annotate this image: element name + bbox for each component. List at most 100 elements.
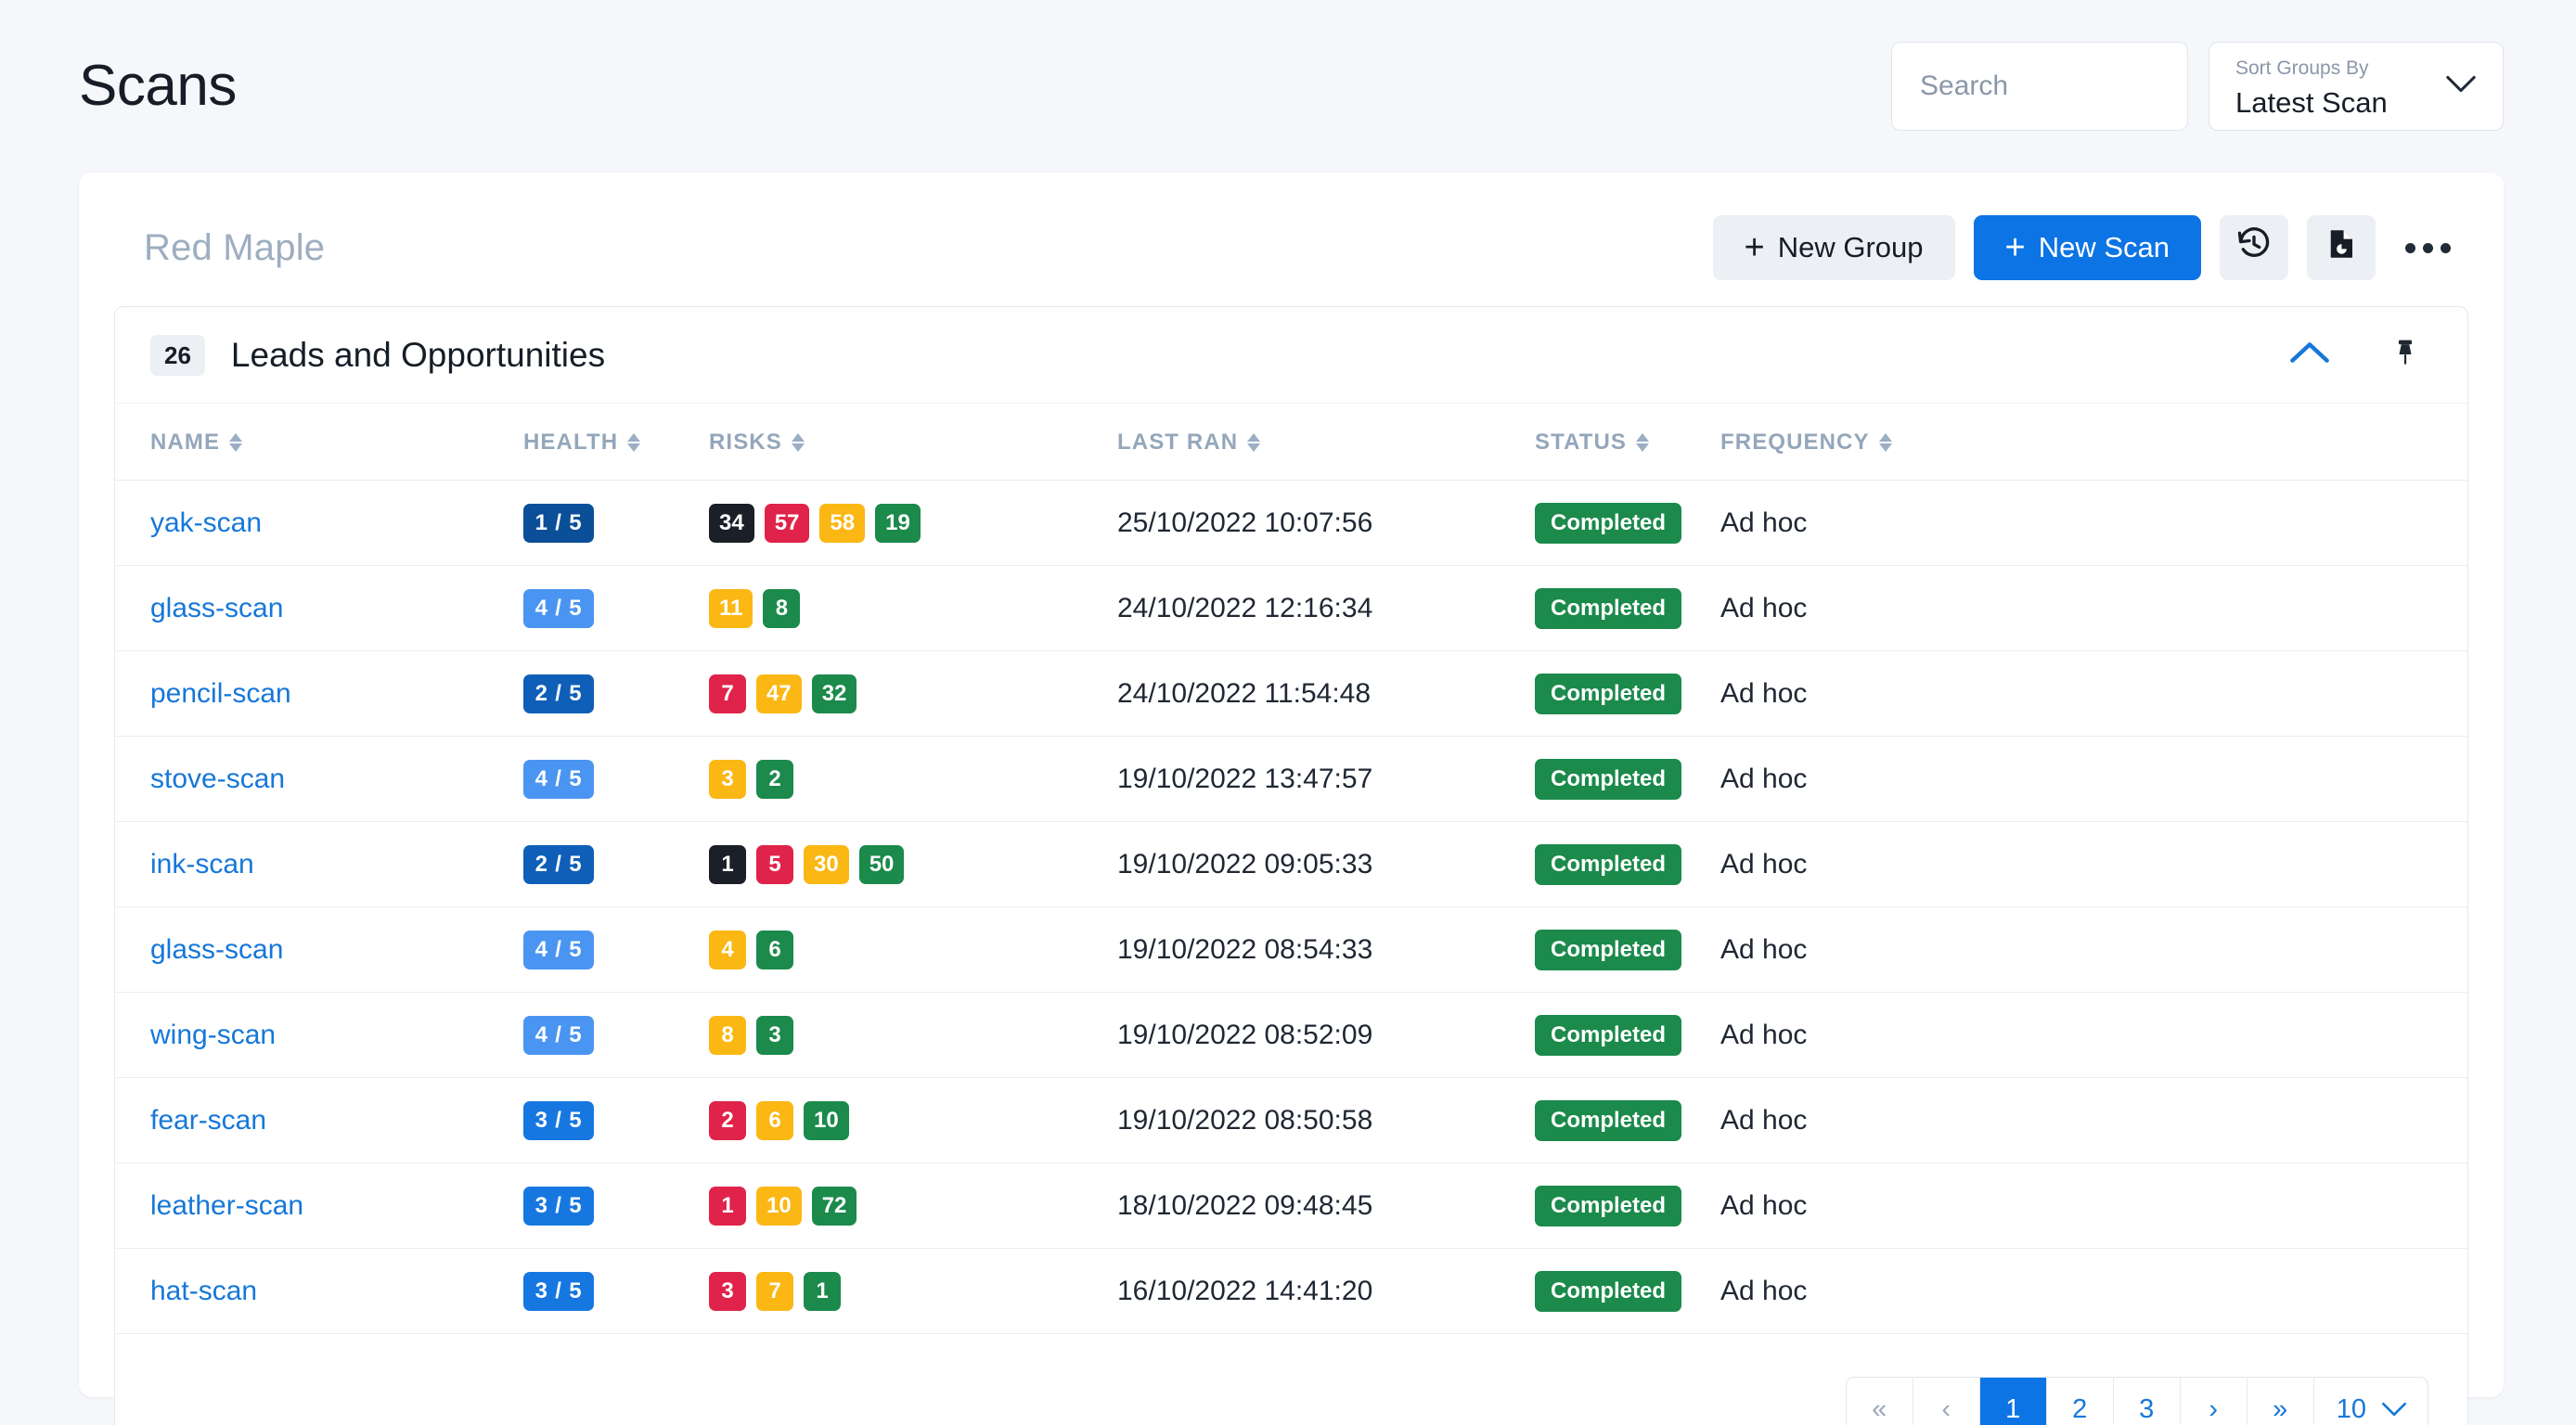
health-badge: 4 / 5 [523, 1015, 594, 1055]
group-header-icons [2289, 337, 2430, 373]
risk-badge-list: 46 [709, 930, 1117, 969]
table-row[interactable]: leather-scan 3 / 5 1 10 72 18/10/2022 09:48:4… [115, 1162, 2467, 1249]
scan-link[interactable]: ink-scan [150, 849, 254, 879]
pagination-page-3[interactable]: 3 [2113, 1378, 2181, 1425]
pagination-prev-button[interactable]: ‹ [1913, 1378, 1980, 1425]
column-label: HEALTH [523, 430, 619, 455]
table-row[interactable]: fear-scan 3 / 5 2 6 10 19/10/2022 08:50:58 Com… [115, 1077, 2467, 1163]
column-header-risks[interactable]: RISKS [709, 404, 1117, 481]
table-row[interactable]: ink-scan 2 / 5 1 5 30 50 19/10/2022 09:05:33 Co… [115, 821, 2467, 907]
group-header[interactable]: 26 Leads and Opportunities [115, 307, 2467, 404]
cell-frequency: Ad hoc [1720, 992, 2467, 1078]
risk-badge: 11 [709, 588, 753, 628]
cell-name: ink-scan [115, 821, 523, 907]
sort-arrows-icon [1878, 433, 1892, 452]
cell-status: Completed [1535, 1077, 1720, 1163]
chevron-up-icon[interactable] [2289, 340, 2330, 369]
sort-arrows-icon [627, 433, 641, 452]
cell-name: glass-scan [115, 565, 523, 651]
sort-arrows-icon [1636, 433, 1650, 452]
table-row[interactable]: pencil-scan 2 / 5 7 47 32 24/10/2022 11:54:48… [115, 650, 2467, 737]
cell-health: 3 / 5 [523, 1077, 709, 1163]
cell-health: 4 / 5 [523, 906, 709, 993]
risk-badge-list: 7 47 32 [709, 674, 1117, 713]
cell-name: stove-scan [115, 736, 523, 822]
risk-badge-list: 2 6 10 [709, 1100, 1117, 1140]
column-header-name[interactable]: NAME [115, 404, 523, 481]
risk-badge-list: 1 5 30 50 [709, 844, 1117, 884]
table-row[interactable]: yak-scan 1 / 5 34 57 58 19 25/10/2022 10:07:56… [115, 480, 2467, 566]
cell-frequency: Ad hoc [1720, 1248, 2467, 1334]
cell-frequency: Ad hoc [1720, 1162, 2467, 1249]
cell-last-ran: 19/10/2022 09:05:33 [1117, 821, 1535, 907]
pagination-next-button[interactable]: › [2180, 1378, 2248, 1425]
table-row[interactable]: hat-scan 3 / 5 3 7 1 16/10/2022 14:41:20 Compl… [115, 1248, 2467, 1334]
scan-link[interactable]: pencil-scan [150, 678, 291, 709]
pin-icon[interactable] [2389, 337, 2421, 373]
scan-group-panel: 26 Leads and Opportunities NAME HEALTH R… [114, 306, 2468, 1425]
table-row[interactable]: glass-scan 4 / 5 11 8 24/10/2022 12:16:34 Com… [115, 565, 2467, 651]
scan-link[interactable]: hat-scan [150, 1276, 257, 1306]
risk-badge: 6 [756, 1100, 793, 1140]
cell-health: 4 / 5 [523, 565, 709, 651]
risk-badge: 57 [764, 503, 810, 543]
cell-status: Completed [1535, 821, 1720, 907]
search-input[interactable] [1920, 71, 2159, 102]
status-badge: Completed [1535, 1185, 1682, 1226]
health-badge: 2 / 5 [523, 844, 594, 884]
group-title: Leads and Opportunities [230, 335, 606, 374]
scan-link[interactable]: glass-scan [150, 934, 283, 965]
status-badge: Completed [1535, 843, 1682, 885]
page-size-select[interactable]: 10 [2313, 1378, 2428, 1425]
scan-link[interactable]: fear-scan [150, 1105, 266, 1136]
header-controls: Sort Groups By Latest Scan [1891, 42, 2504, 131]
risk-badge: 8 [763, 588, 801, 628]
risk-badge-list: 1 10 72 [709, 1186, 1117, 1226]
risk-badge: 2 [709, 1100, 746, 1140]
cell-last-ran: 19/10/2022 13:47:57 [1117, 736, 1535, 822]
pagination-control: «‹ 1 2 3 ›» 10 [1845, 1377, 2428, 1425]
table-row[interactable]: glass-scan 4 / 5 4 6 19/10/2022 08:54:33 Comp… [115, 906, 2467, 993]
scan-link[interactable]: glass-scan [150, 593, 283, 623]
new-group-button[interactable]: + New Group [1712, 215, 1955, 280]
cell-health: 3 / 5 [523, 1248, 709, 1334]
risk-badge: 3 [709, 1271, 746, 1311]
cell-risks: 1 5 30 50 [709, 821, 1117, 907]
cell-health: 4 / 5 [523, 736, 709, 822]
cell-health: 1 / 5 [523, 480, 709, 566]
column-label: FREQUENCY [1720, 430, 1870, 455]
column-header-health[interactable]: HEALTH [523, 404, 709, 481]
risk-badge-list: 11 8 [709, 588, 1117, 628]
risk-badge: 8 [709, 1015, 746, 1055]
status-badge: Completed [1535, 929, 1682, 970]
scan-link[interactable]: stove-scan [150, 764, 285, 794]
new-scan-button[interactable]: + New Scan [1973, 215, 2201, 280]
scan-link[interactable]: leather-scan [150, 1190, 303, 1221]
pagination-last-button[interactable]: » [2247, 1378, 2314, 1425]
risk-badge: 2 [756, 759, 793, 799]
sort-groups-dropdown[interactable]: Sort Groups By Latest Scan [2209, 42, 2504, 131]
cell-status: Completed [1535, 1162, 1720, 1249]
table-row[interactable]: stove-scan 4 / 5 3 2 19/10/2022 13:47:57 Comp… [115, 736, 2467, 822]
cell-last-ran: 16/10/2022 14:41:20 [1117, 1248, 1535, 1334]
risk-badge: 1 [804, 1271, 841, 1311]
search-box[interactable] [1891, 42, 2188, 131]
column-header-frequency[interactable]: FREQUENCY [1720, 404, 2467, 481]
pagination-page-2[interactable]: 2 [2046, 1378, 2114, 1425]
cell-risks: 11 8 [709, 565, 1117, 651]
scan-link[interactable]: yak-scan [150, 507, 262, 538]
column-header-last-ran[interactable]: LAST RAN [1117, 404, 1535, 481]
cell-risks: 34 57 58 19 [709, 480, 1117, 566]
report-button[interactable] [2307, 215, 2376, 280]
cell-frequency: Ad hoc [1720, 906, 2467, 993]
history-button[interactable] [2220, 215, 2288, 280]
cell-risks: 7 47 32 [709, 650, 1117, 737]
pagination-page-1[interactable]: 1 [1979, 1378, 2047, 1425]
scan-link[interactable]: wing-scan [150, 1020, 276, 1050]
column-header-status[interactable]: STATUS [1535, 404, 1720, 481]
more-options-button[interactable] [2394, 215, 2461, 280]
table-row[interactable]: wing-scan 4 / 5 8 3 19/10/2022 08:52:09 Compl… [115, 992, 2467, 1078]
cell-status: Completed [1535, 906, 1720, 993]
pagination-first-button[interactable]: « [1846, 1378, 1913, 1425]
risk-badge-list: 32 [709, 759, 1117, 799]
